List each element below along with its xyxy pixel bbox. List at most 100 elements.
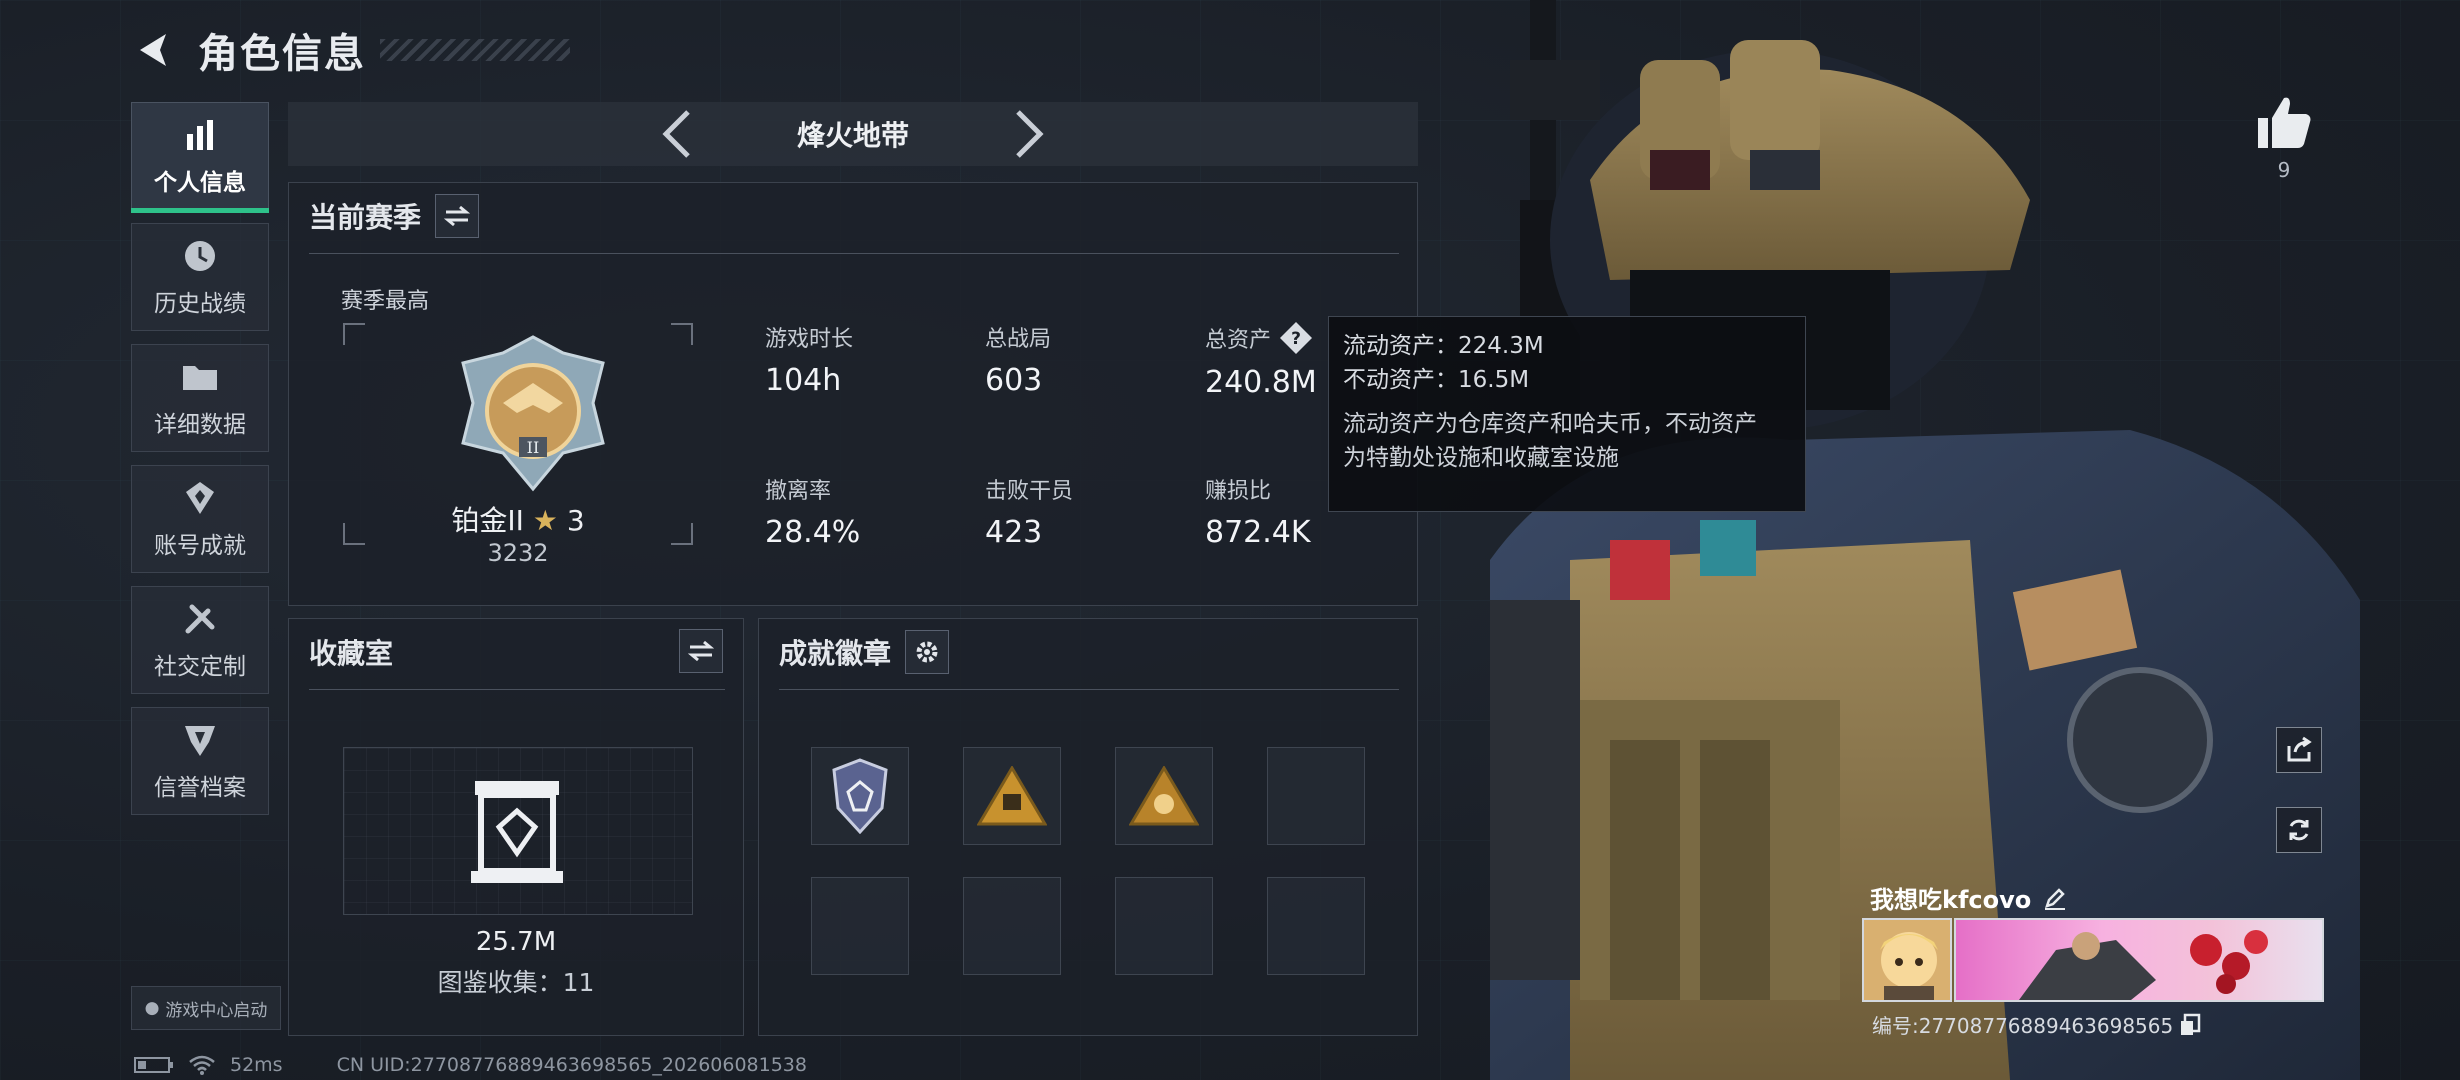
share-button[interactable]	[2276, 727, 2322, 773]
nav-item-detailed-data[interactable]: 详细数据	[131, 344, 269, 452]
history-icon	[180, 236, 220, 276]
divider	[309, 689, 725, 690]
badge-slot-empty[interactable]	[811, 877, 909, 975]
nav-item-history[interactable]: 历史战绩	[131, 223, 269, 331]
stat-label-row: 总资产 ?	[1205, 321, 1317, 355]
copy-icon[interactable]	[2179, 1013, 2201, 1037]
stat-label: 游戏时长	[765, 327, 854, 352]
mode-selector: 烽火地带	[288, 102, 1418, 166]
back-button[interactable]	[130, 26, 178, 74]
nav-label: 详细数据	[154, 412, 246, 438]
season-title: 当前赛季	[309, 201, 422, 234]
stat-total-assets: 总资产 ? 240.8M	[1205, 321, 1317, 400]
stat-value: 104h	[765, 363, 842, 398]
tooltip-description: 流动资产为仓库资产和哈夫币，不动资产 为特勤处设施和收藏室设施	[1343, 407, 1791, 475]
badge-pyramid-icon	[977, 766, 1047, 826]
divider	[309, 253, 1399, 254]
avatar[interactable]	[1862, 918, 1952, 1002]
stat-value: 240.8M	[1205, 365, 1317, 400]
nav-label: 个人信息	[154, 170, 246, 196]
rank-name: 铂金II	[451, 504, 524, 537]
vault-icon	[471, 781, 563, 883]
badge-slot[interactable]	[1115, 747, 1213, 845]
stat-label: 总战局	[985, 327, 1052, 352]
refresh-button[interactable]	[2276, 807, 2322, 853]
achievement-icon	[180, 478, 220, 518]
wrench-icon	[180, 599, 220, 639]
nav-label: 历史战绩	[154, 291, 246, 317]
nav-item-credit[interactable]: 信誉档案	[131, 707, 269, 815]
ping: 52ms	[230, 1054, 283, 1076]
season-high-label: 赛季最高	[341, 289, 430, 314]
stat-value: 423	[985, 515, 1043, 550]
stat-value: 603	[985, 363, 1043, 398]
stat-label: 总资产	[1205, 328, 1272, 353]
platinum-rank-emblem-icon: II	[461, 335, 605, 492]
swap-icon	[444, 205, 471, 227]
vault-value: 25.7M	[475, 927, 557, 957]
uid: CN UID:27708776889463698565_202606081538	[336, 1054, 807, 1076]
tooltip-desc-line-1: 流动资产为仓库资产和哈夫币，不动资产	[1343, 411, 1757, 437]
share-icon	[2287, 736, 2312, 762]
player-name-row: 我想吃kfcovo	[1870, 880, 2067, 915]
badge-settings-button[interactable]	[905, 630, 950, 674]
thumbs-up-icon[interactable]	[2254, 92, 2314, 152]
nav-item-achievements[interactable]: 账号成就	[131, 465, 269, 573]
achievement-badges-panel: 成就徽章	[758, 618, 1418, 1036]
header: 角色信息	[130, 18, 570, 82]
tooltip-fixed-assets: 不动资产：16.5M	[1343, 367, 1530, 393]
season-panel: 当前赛季 赛季最高 II 铂金II ★ 3 3232 游戏时长 104h 总战局…	[288, 182, 1418, 606]
stat-value: 872.4K	[1205, 515, 1311, 550]
rank-points: 3232	[487, 539, 549, 567]
swap-icon	[688, 640, 714, 662]
star-icon: ★	[532, 504, 558, 537]
qq-icon: ●	[144, 998, 160, 1018]
vault-switch-button[interactable]	[679, 629, 723, 673]
game-center-launch-badge: ● 游戏中心启动	[131, 986, 281, 1030]
shield-icon	[180, 720, 220, 760]
stat-extraction-rate: 撤离率 28.4%	[765, 473, 860, 550]
svg-text:II: II	[527, 438, 540, 457]
wifi-icon	[189, 1055, 215, 1075]
help-icon[interactable]: ?	[1279, 321, 1313, 355]
stat-profit-loss-ratio: 赚损比 872.4K	[1205, 473, 1311, 550]
avatar-image	[1864, 920, 1950, 1000]
collection-room-panel[interactable]: 收藏室 25.7M 图鉴收集：11	[288, 618, 744, 1036]
side-nav: 个人信息 历史战绩 详细数据 账号成就 社交定制 信誉档案	[131, 102, 269, 828]
nav-item-social[interactable]: 社交定制	[131, 586, 269, 694]
badge-slot[interactable]	[811, 747, 909, 845]
badge-slot-empty[interactable]	[1267, 747, 1365, 845]
vault-panel-header: 收藏室	[309, 629, 393, 675]
svg-text:?: ?	[1291, 329, 1301, 349]
nav-label: 信誉档案	[154, 775, 246, 801]
switch-season-button[interactable]	[435, 194, 480, 238]
badges-panel-header: 成就徽章	[779, 629, 950, 675]
player-banner[interactable]	[1954, 918, 2324, 1002]
vault-collection-count: 图鉴收集：11	[437, 968, 595, 997]
edit-icon[interactable]	[2043, 886, 2067, 910]
launch-badge-label: 游戏中心启动	[165, 1000, 268, 1021]
divider	[779, 689, 1399, 690]
next-mode-button[interactable]	[999, 104, 1059, 164]
vault-title: 收藏室	[309, 637, 394, 670]
chevron-left-icon	[662, 110, 690, 158]
status-bar: 52ms CN UID:27708776889463698565_2026060…	[134, 1054, 807, 1076]
page-title: 角色信息	[198, 31, 366, 77]
prev-mode-button[interactable]	[647, 104, 707, 164]
like-count: 9	[2277, 158, 2291, 182]
player-id: 编号:2770877688946369856​5	[1872, 1014, 2174, 1038]
badge-slot[interactable]	[963, 747, 1061, 845]
chevron-right-icon	[1016, 110, 1044, 158]
tooltip-liquid-assets: 流动资产：224.3M	[1343, 333, 1544, 359]
mode-name: 烽火地带	[796, 119, 909, 152]
battery-icon	[134, 1057, 173, 1073]
stat-total-matches: 总战局 603	[985, 321, 1051, 398]
nav-item-personal-info[interactable]: 个人信息	[131, 102, 269, 213]
stat-operators-defeated: 击败干员 423	[985, 473, 1073, 550]
stat-play-time: 游戏时长 104h	[765, 321, 853, 398]
folder-icon	[180, 357, 220, 397]
badge-slot-empty[interactable]	[963, 877, 1061, 975]
badge-slot-empty[interactable]	[1115, 877, 1213, 975]
badge-slot-empty[interactable]	[1267, 877, 1365, 975]
title-decoration	[380, 39, 570, 61]
